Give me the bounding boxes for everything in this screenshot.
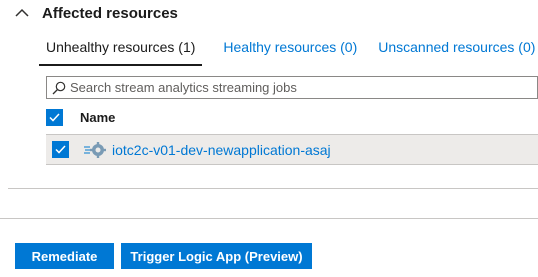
select-all-checkbox[interactable] <box>46 108 63 126</box>
divider <box>8 188 538 189</box>
section-title: Affected resources <box>42 4 178 22</box>
stream-analytics-icon <box>84 141 106 158</box>
search-input[interactable] <box>70 80 530 95</box>
search-box[interactable] <box>46 76 538 99</box>
resource-tabs: Unhealthy resources (1) Healthy resource… <box>39 38 538 66</box>
checkmark-icon <box>55 145 66 154</box>
chevron-up-icon[interactable] <box>14 5 30 21</box>
tab-healthy-resources[interactable]: Healthy resources (0) <box>223 38 357 66</box>
search-icon <box>52 81 66 94</box>
divider <box>0 218 538 219</box>
trigger-logic-app-button[interactable]: Trigger Logic App (Preview) <box>121 243 312 269</box>
tab-unscanned-resources[interactable]: Unscanned resources (0) <box>378 38 535 66</box>
checkmark-icon <box>49 112 60 122</box>
affected-resources-header[interactable]: Affected resources <box>14 2 178 24</box>
table-row[interactable]: iotc2c-v01-dev-newapplication-asaj <box>46 134 538 165</box>
column-header-name[interactable]: Name <box>80 110 115 125</box>
row-checkbox[interactable] <box>52 141 69 158</box>
resource-name-link[interactable]: iotc2c-v01-dev-newapplication-asaj <box>112 142 331 158</box>
table-header: Name <box>46 105 115 129</box>
tab-unhealthy-resources[interactable]: Unhealthy resources (1) <box>39 38 203 66</box>
remediate-button[interactable]: Remediate <box>15 243 114 269</box>
